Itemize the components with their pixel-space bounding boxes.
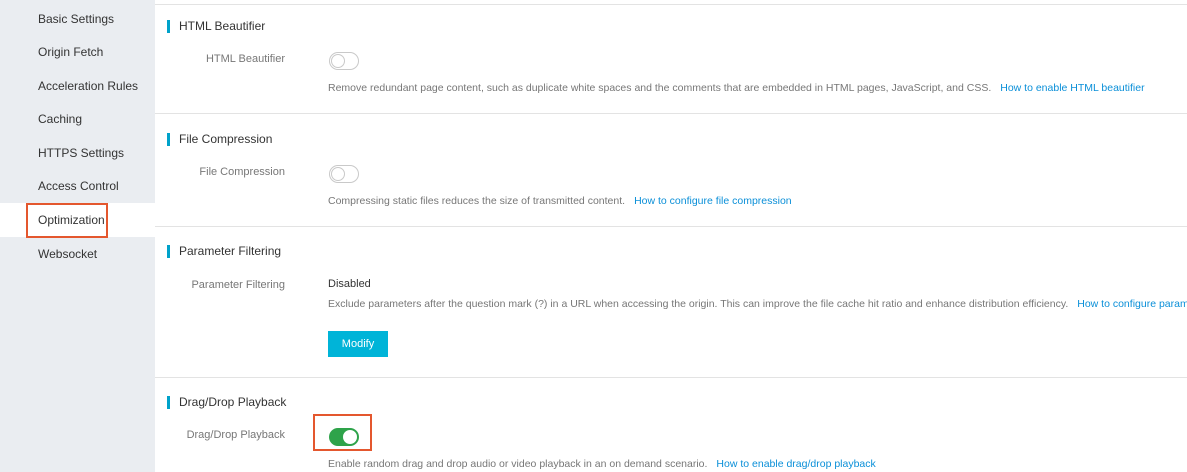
file-compression-label: File Compression <box>199 166 285 178</box>
parameter-filtering-label: Parameter Filtering <box>191 279 285 291</box>
section-divider <box>155 226 1187 227</box>
html-beautifier-description: Remove redundant page content, such as d… <box>328 82 1145 94</box>
file-compression-description-text: Compressing static files reduces the siz… <box>328 195 626 207</box>
parameter-filtering-description: Exclude parameters after the question ma… <box>328 298 1187 310</box>
parameter-filtering-description-text: Exclude parameters after the question ma… <box>328 298 1069 310</box>
modify-button[interactable]: Modify <box>328 331 388 357</box>
top-divider <box>155 4 1187 5</box>
file-compression-toggle[interactable] <box>329 165 359 183</box>
file-compression-description: Compressing static files reduces the siz… <box>328 195 792 207</box>
toggle-knob <box>343 430 357 444</box>
sidebar-item-acceleration-rules[interactable]: Acceleration Rules <box>0 69 155 103</box>
sidebar-item-optimization[interactable]: Optimization <box>0 203 155 237</box>
section-divider <box>155 113 1187 114</box>
main-content: HTML Beautifier HTML Beautifier Remove r… <box>155 0 1187 472</box>
section-divider <box>155 377 1187 378</box>
section-title-html-beautifier: HTML Beautifier <box>167 20 265 33</box>
section-title-drag-drop-playback: Drag/Drop Playback <box>167 396 286 409</box>
sidebar: Basic Settings Origin Fetch Acceleration… <box>0 0 155 472</box>
parameter-filtering-status: Disabled <box>328 278 371 290</box>
drag-drop-playback-help-link[interactable]: How to enable drag/drop playback <box>716 458 875 470</box>
section-title-parameter-filtering: Parameter Filtering <box>167 245 281 258</box>
parameter-filtering-help-link[interactable]: How to configure parameter filtering <box>1077 298 1187 310</box>
html-beautifier-label: HTML Beautifier <box>205 53 285 65</box>
sidebar-item-access-control[interactable]: Access Control <box>0 169 155 203</box>
section-title-file-compression: File Compression <box>167 133 272 146</box>
drag-drop-playback-description: Enable random drag and drop audio or vid… <box>328 458 876 470</box>
drag-drop-playback-description-text: Enable random drag and drop audio or vid… <box>328 458 708 470</box>
sidebar-item-websocket[interactable]: Websocket <box>0 237 155 271</box>
html-beautifier-toggle[interactable] <box>329 52 359 70</box>
drag-drop-playback-label: Drag/Drop Playback <box>186 429 285 441</box>
toggle-knob <box>331 54 345 68</box>
sidebar-item-origin-fetch[interactable]: Origin Fetch <box>0 35 155 69</box>
sidebar-item-https-settings[interactable]: HTTPS Settings <box>0 136 155 170</box>
sidebar-item-basic-settings[interactable]: Basic Settings <box>0 2 155 36</box>
drag-drop-playback-toggle[interactable] <box>329 428 359 446</box>
sidebar-item-caching[interactable]: Caching <box>0 102 155 136</box>
html-beautifier-description-text: Remove redundant page content, such as d… <box>328 82 992 94</box>
html-beautifier-help-link[interactable]: How to enable HTML beautifier <box>1000 82 1144 94</box>
file-compression-help-link[interactable]: How to configure file compression <box>634 195 792 207</box>
toggle-knob <box>331 167 345 181</box>
